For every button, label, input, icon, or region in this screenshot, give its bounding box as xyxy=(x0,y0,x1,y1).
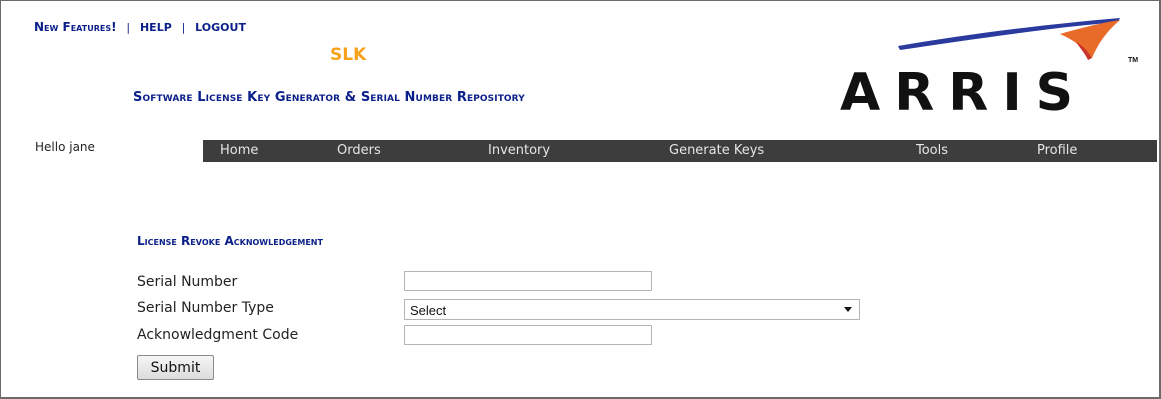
nav-orders[interactable]: Orders xyxy=(337,143,381,158)
top-links: New Features! | HELP | LOGOUT xyxy=(34,20,246,34)
logout-link[interactable]: LOGOUT xyxy=(195,21,246,34)
serial-number-type-label: Serial Number Type xyxy=(137,300,274,316)
main-nav: Home Orders Inventory Generate Keys Tool… xyxy=(203,140,1157,162)
dropdown-arrow-icon xyxy=(844,307,852,312)
link-separator: | xyxy=(126,21,131,34)
logo-text: ARRIS xyxy=(840,63,1087,122)
nav-generate-keys[interactable]: Generate Keys xyxy=(669,143,764,158)
serial-number-input[interactable] xyxy=(404,271,652,291)
help-link[interactable]: HELP xyxy=(140,21,172,34)
nav-home[interactable]: Home xyxy=(220,143,258,158)
link-separator: | xyxy=(181,21,186,34)
app-short-title: SLK xyxy=(330,45,367,65)
serial-number-type-select[interactable]: Select xyxy=(404,299,860,320)
nav-inventory[interactable]: Inventory xyxy=(488,143,550,158)
user-greeting: Hello jane xyxy=(35,140,95,154)
arris-logo: TM ARRIS xyxy=(840,18,1138,122)
ack-code-input[interactable] xyxy=(404,325,652,345)
form-title: License Revoke Acknowledgement xyxy=(137,234,323,248)
submit-button[interactable]: Submit xyxy=(137,355,214,380)
nav-tools[interactable]: Tools xyxy=(916,143,948,158)
nav-profile[interactable]: Profile xyxy=(1037,143,1077,158)
app-subtitle: Software License Key Generator & Serial … xyxy=(133,90,525,105)
serial-number-label: Serial Number xyxy=(137,274,238,290)
logo-tm: TM xyxy=(1128,57,1138,64)
select-value: Select xyxy=(410,303,447,318)
new-features-link[interactable]: New Features! xyxy=(34,20,117,34)
ack-code-label: Acknowledgment Code xyxy=(137,327,299,343)
